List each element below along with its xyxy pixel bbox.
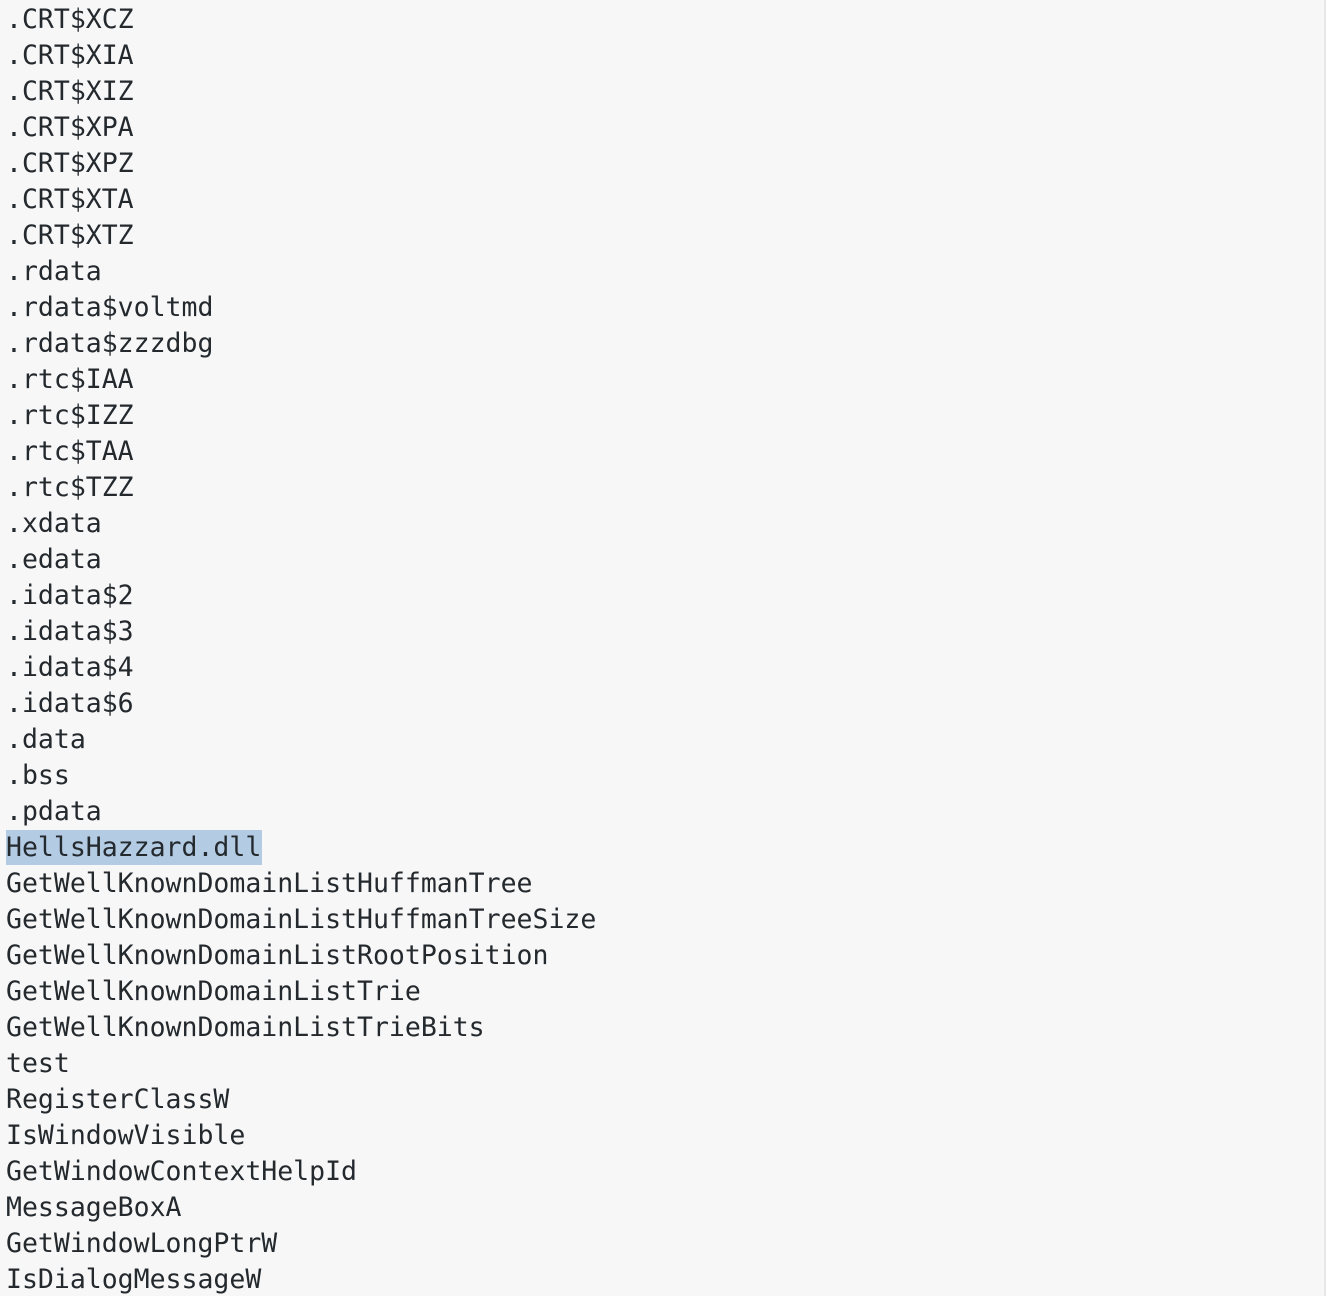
string-line: .rdata$zzzdbg xyxy=(6,326,596,362)
string-line: MessageBoxA xyxy=(6,1190,596,1226)
string-text[interactable]: .CRT$XPA xyxy=(6,112,134,143)
string-text[interactable]: .CRT$XTZ xyxy=(6,220,134,251)
string-text[interactable]: IsDialogMessageW xyxy=(6,1264,261,1295)
string-text[interactable]: .idata$3 xyxy=(6,616,134,647)
string-line: GetWellKnownDomainListTrieBits xyxy=(6,1010,596,1046)
string-text[interactable]: .xdata xyxy=(6,508,102,539)
string-text[interactable]: .idata$2 xyxy=(6,580,134,611)
string-text[interactable]: .rdata$voltmd xyxy=(6,292,213,323)
string-line: test xyxy=(6,1046,596,1082)
string-line: .data xyxy=(6,722,596,758)
string-text[interactable]: .rtc$TAA xyxy=(6,436,134,467)
string-line: GetWellKnownDomainListRootPosition xyxy=(6,938,596,974)
string-text[interactable]: .rdata$zzzdbg xyxy=(6,328,213,359)
string-text[interactable]: GetWindowContextHelpId xyxy=(6,1156,357,1187)
string-line: .CRT$XTA xyxy=(6,182,596,218)
string-line: .rtc$TZZ xyxy=(6,470,596,506)
string-line: .xdata xyxy=(6,506,596,542)
string-text[interactable]: .CRT$XIA xyxy=(6,40,134,71)
string-text[interactable]: .idata$6 xyxy=(6,688,134,719)
string-line: .bss xyxy=(6,758,596,794)
string-line: .rtc$TAA xyxy=(6,434,596,470)
string-line: .idata$2 xyxy=(6,578,596,614)
string-text[interactable]: MessageBoxA xyxy=(6,1192,182,1223)
string-text[interactable]: IsWindowVisible xyxy=(6,1120,245,1151)
string-text[interactable]: GetWellKnownDomainListHuffmanTree xyxy=(6,868,533,899)
string-line: GetWindowLongPtrW xyxy=(6,1226,596,1262)
string-line-selected: HellsHazzard.dll xyxy=(6,830,596,866)
string-text[interactable]: .rtc$TZZ xyxy=(6,472,134,503)
string-text[interactable]: .CRT$XPZ xyxy=(6,148,134,179)
string-text[interactable]: .CRT$XTA xyxy=(6,184,134,215)
string-line: RegisterClassW xyxy=(6,1082,596,1118)
string-line: .rdata$voltmd xyxy=(6,290,596,326)
string-text[interactable]: RegisterClassW xyxy=(6,1084,229,1115)
strings-list: .CRT$XCZ .CRT$XIA .CRT$XIZ .CRT$XPA .CRT… xyxy=(6,2,596,1296)
string-line: .CRT$XPA xyxy=(6,110,596,146)
string-line: GetWellKnownDomainListHuffmanTree xyxy=(6,866,596,902)
string-text[interactable]: GetWindowLongPtrW xyxy=(6,1228,277,1259)
strings-output-panel: .CRT$XCZ .CRT$XIA .CRT$XIZ .CRT$XPA .CRT… xyxy=(0,0,1326,1296)
string-line: .idata$6 xyxy=(6,686,596,722)
string-line: GetWellKnownDomainListTrie xyxy=(6,974,596,1010)
string-text[interactable]: .CRT$XCZ xyxy=(6,4,134,35)
string-text[interactable]: .rtc$IZZ xyxy=(6,400,134,431)
string-text[interactable]: GetWellKnownDomainListRootPosition xyxy=(6,940,548,971)
string-line: .edata xyxy=(6,542,596,578)
string-text[interactable]: .idata$4 xyxy=(6,652,134,683)
string-text[interactable]: .rtc$IAA xyxy=(6,364,134,395)
string-line: IsWindowVisible xyxy=(6,1118,596,1154)
string-line: .CRT$XCZ xyxy=(6,2,596,38)
string-line: GetWindowContextHelpId xyxy=(6,1154,596,1190)
string-text[interactable]: test xyxy=(6,1048,70,1079)
selected-string-text[interactable]: HellsHazzard.dll xyxy=(6,830,263,865)
string-line: .pdata xyxy=(6,794,596,830)
string-line: .rdata xyxy=(6,254,596,290)
string-text[interactable]: .edata xyxy=(6,544,102,575)
string-line: .CRT$XIA xyxy=(6,38,596,74)
string-line: .rtc$IZZ xyxy=(6,398,596,434)
string-line: .CRT$XPZ xyxy=(6,146,596,182)
string-line: GetWellKnownDomainListHuffmanTreeSize xyxy=(6,902,596,938)
string-line: .CRT$XIZ xyxy=(6,74,596,110)
string-text[interactable]: GetWellKnownDomainListTrieBits xyxy=(6,1012,485,1043)
string-line: .rtc$IAA xyxy=(6,362,596,398)
string-line: .idata$3 xyxy=(6,614,596,650)
string-line: IsDialogMessageW xyxy=(6,1262,596,1296)
string-text[interactable]: .CRT$XIZ xyxy=(6,76,134,107)
string-text[interactable]: GetWellKnownDomainListTrie xyxy=(6,976,421,1007)
string-text[interactable]: .data xyxy=(6,724,86,755)
string-line: .CRT$XTZ xyxy=(6,218,596,254)
string-line: .idata$4 xyxy=(6,650,596,686)
string-text[interactable]: .bss xyxy=(6,760,70,791)
string-text[interactable]: .pdata xyxy=(6,796,102,827)
string-text[interactable]: GetWellKnownDomainListHuffmanTreeSize xyxy=(6,904,596,935)
string-text[interactable]: .rdata xyxy=(6,256,102,287)
